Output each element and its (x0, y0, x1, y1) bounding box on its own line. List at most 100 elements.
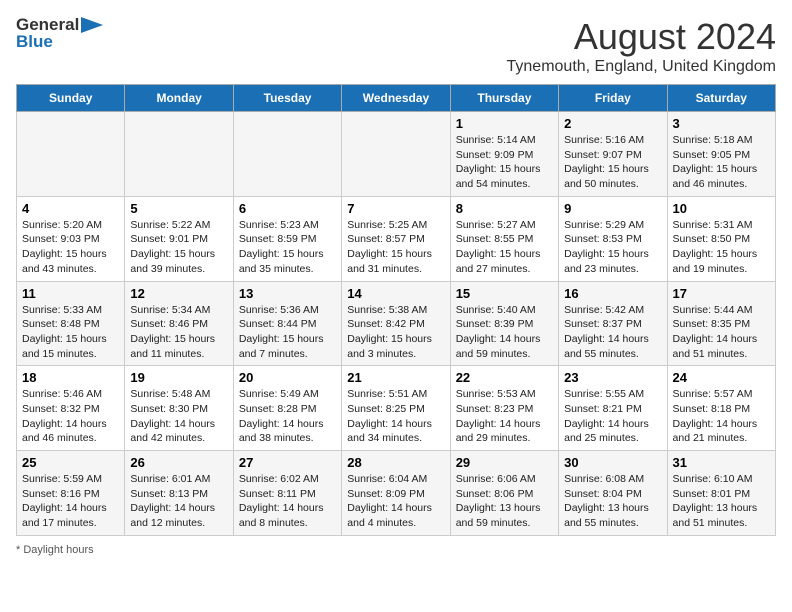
footer-note: * Daylight hours (16, 544, 776, 556)
day-info: Sunrise: 6:06 AMSunset: 8:06 PMDaylight:… (456, 472, 553, 531)
day-cell: 25 Sunrise: 5:59 AMSunset: 8:16 PMDayligh… (17, 451, 125, 536)
day-number: 5 (130, 201, 227, 216)
week-row-3: 18Sunrise: 5:46 AMSunset: 8:32 PMDayligh… (17, 366, 776, 451)
day-cell: 24Sunrise: 5:57 AMSunset: 8:18 PMDayligh… (667, 366, 775, 451)
day-cell: 23 Sunrise: 5:55 AMSunset: 8:21 PMDayligh… (559, 366, 667, 451)
day-cell: 7Sunrise: 5:25 AMSunset: 8:57 PMDaylight… (342, 196, 450, 281)
day-cell: 31 Sunrise: 6:10 AMSunset: 8:01 PMDayligh… (667, 451, 775, 536)
day-number: 6 (239, 201, 336, 216)
day-info: Sunrise: 5:55 AMSunset: 8:21 PMDaylight:… (564, 387, 661, 446)
logo-text-block: General Blue (16, 16, 103, 51)
day-info: Sunrise: 5:44 AMSunset: 8:35 PMDaylight:… (673, 303, 770, 362)
day-number: 21 (347, 370, 444, 385)
day-number: 15 (456, 286, 553, 301)
day-info: Sunrise: 5:48 AMSunset: 8:30 PMDaylight:… (130, 387, 227, 446)
day-info: Sunrise: 6:01 AMSunset: 8:13 PMDaylight:… (130, 472, 227, 531)
day-number: 1 (456, 116, 553, 131)
day-number: 9 (564, 201, 661, 216)
day-cell: 29Sunrise: 6:06 AMSunset: 8:06 PMDayligh… (450, 451, 558, 536)
day-cell: 8Sunrise: 5:27 AMSunset: 8:55 PMDaylight… (450, 196, 558, 281)
weekday-header-tuesday: Tuesday (233, 85, 341, 112)
day-cell: 13 Sunrise: 5:36 AMSunset: 8:44 PMDayligh… (233, 281, 341, 366)
day-info: Sunrise: 5:40 AMSunset: 8:39 PMDaylight:… (456, 303, 553, 362)
day-number: 17 (673, 286, 770, 301)
day-number: 12 (130, 286, 227, 301)
day-number: 2 (564, 116, 661, 131)
day-cell: 22Sunrise: 5:53 AMSunset: 8:23 PMDayligh… (450, 366, 558, 451)
day-number: 14 (347, 286, 444, 301)
page-header: General Blue August 2024 Tynemouth, Engl… (16, 16, 776, 76)
day-cell: 2 Sunrise: 5:16 AMSunset: 9:07 PMDaylight… (559, 112, 667, 197)
day-cell: 15 Sunrise: 5:40 AMSunset: 8:39 PMDayligh… (450, 281, 558, 366)
day-cell: 28 Sunrise: 6:04 AMSunset: 8:09 PMDayligh… (342, 451, 450, 536)
calendar-table: SundayMondayTuesdayWednesdayThursdayFrid… (16, 84, 776, 536)
day-cell: 21 Sunrise: 5:51 AMSunset: 8:25 PMDayligh… (342, 366, 450, 451)
day-number: 19 (130, 370, 227, 385)
day-number: 4 (22, 201, 119, 216)
day-info: Sunrise: 5:34 AMSunset: 8:46 PMDaylight:… (130, 303, 227, 362)
day-cell: 10Sunrise: 5:31 AMSunset: 8:50 PMDayligh… (667, 196, 775, 281)
weekday-header-friday: Friday (559, 85, 667, 112)
day-info: Sunrise: 5:31 AMSunset: 8:50 PMDaylight:… (673, 218, 770, 277)
week-row-2: 11Sunrise: 5:33 AMSunset: 8:48 PMDayligh… (17, 281, 776, 366)
day-info: Sunrise: 5:20 AMSunset: 9:03 PMDaylight:… (22, 218, 119, 277)
logo-blue: Blue (16, 33, 53, 52)
day-number: 31 (673, 455, 770, 470)
day-info: Sunrise: 5:59 AMSunset: 8:16 PMDaylight:… (22, 472, 119, 531)
logo: General Blue (16, 16, 103, 51)
subtitle: Tynemouth, England, United Kingdom (507, 58, 777, 76)
day-info: Sunrise: 5:22 AMSunset: 9:01 PMDaylight:… (130, 218, 227, 277)
day-number: 23 (564, 370, 661, 385)
day-info: Sunrise: 5:42 AMSunset: 8:37 PMDaylight:… (564, 303, 661, 362)
day-number: 7 (347, 201, 444, 216)
day-cell: 6 Sunrise: 5:23 AMSunset: 8:59 PMDaylight… (233, 196, 341, 281)
weekday-header-wednesday: Wednesday (342, 85, 450, 112)
day-cell: 20 Sunrise: 5:49 AMSunset: 8:28 PMDayligh… (233, 366, 341, 451)
day-number: 8 (456, 201, 553, 216)
day-info: Sunrise: 5:57 AMSunset: 8:18 PMDaylight:… (673, 387, 770, 446)
day-number: 28 (347, 455, 444, 470)
day-cell: 9 Sunrise: 5:29 AMSunset: 8:53 PMDaylight… (559, 196, 667, 281)
day-number: 30 (564, 455, 661, 470)
day-cell: 30Sunrise: 6:08 AMSunset: 8:04 PMDayligh… (559, 451, 667, 536)
daylight-label: Daylight hours (23, 544, 93, 556)
day-number: 20 (239, 370, 336, 385)
week-row-0: 1 Sunrise: 5:14 AMSunset: 9:09 PMDaylight… (17, 112, 776, 197)
day-info: Sunrise: 5:16 AMSunset: 9:07 PMDaylight:… (564, 133, 661, 192)
day-cell: 26Sunrise: 6:01 AMSunset: 8:13 PMDayligh… (125, 451, 233, 536)
day-info: Sunrise: 5:46 AMSunset: 8:32 PMDaylight:… (22, 387, 119, 446)
day-info: Sunrise: 5:23 AMSunset: 8:59 PMDaylight:… (239, 218, 336, 277)
day-cell (125, 112, 233, 197)
day-info: Sunrise: 5:29 AMSunset: 8:53 PMDaylight:… (564, 218, 661, 277)
day-info: Sunrise: 5:38 AMSunset: 8:42 PMDaylight:… (347, 303, 444, 362)
day-cell (17, 112, 125, 197)
day-info: Sunrise: 5:14 AMSunset: 9:09 PMDaylight:… (456, 133, 553, 192)
day-cell: 17 Sunrise: 5:44 AMSunset: 8:35 PMDayligh… (667, 281, 775, 366)
weekday-header-row: SundayMondayTuesdayWednesdayThursdayFrid… (17, 85, 776, 112)
day-cell: 18Sunrise: 5:46 AMSunset: 8:32 PMDayligh… (17, 366, 125, 451)
day-number: 3 (673, 116, 770, 131)
day-cell (342, 112, 450, 197)
day-info: Sunrise: 5:49 AMSunset: 8:28 PMDaylight:… (239, 387, 336, 446)
weekday-header-sunday: Sunday (17, 85, 125, 112)
day-info: Sunrise: 6:04 AMSunset: 8:09 PMDaylight:… (347, 472, 444, 531)
day-cell: 19 Sunrise: 5:48 AMSunset: 8:30 PMDayligh… (125, 366, 233, 451)
logo-arrow-icon (81, 17, 103, 33)
day-cell: 12 Sunrise: 5:34 AMSunset: 8:46 PMDayligh… (125, 281, 233, 366)
day-info: Sunrise: 5:36 AMSunset: 8:44 PMDaylight:… (239, 303, 336, 362)
weekday-header-thursday: Thursday (450, 85, 558, 112)
day-info: Sunrise: 6:02 AMSunset: 8:11 PMDaylight:… (239, 472, 336, 531)
day-cell (233, 112, 341, 197)
day-info: Sunrise: 5:51 AMSunset: 8:25 PMDaylight:… (347, 387, 444, 446)
day-cell: 27Sunrise: 6:02 AMSunset: 8:11 PMDayligh… (233, 451, 341, 536)
day-cell: 16Sunrise: 5:42 AMSunset: 8:37 PMDayligh… (559, 281, 667, 366)
day-number: 25 (22, 455, 119, 470)
day-info: Sunrise: 6:10 AMSunset: 8:01 PMDaylight:… (673, 472, 770, 531)
week-row-4: 25 Sunrise: 5:59 AMSunset: 8:16 PMDayligh… (17, 451, 776, 536)
main-title: August 2024 (507, 16, 777, 58)
day-number: 11 (22, 286, 119, 301)
day-number: 13 (239, 286, 336, 301)
day-info: Sunrise: 5:53 AMSunset: 8:23 PMDaylight:… (456, 387, 553, 446)
week-row-1: 4 Sunrise: 5:20 AMSunset: 9:03 PMDaylight… (17, 196, 776, 281)
day-cell: 3Sunrise: 5:18 AMSunset: 9:05 PMDaylight… (667, 112, 775, 197)
